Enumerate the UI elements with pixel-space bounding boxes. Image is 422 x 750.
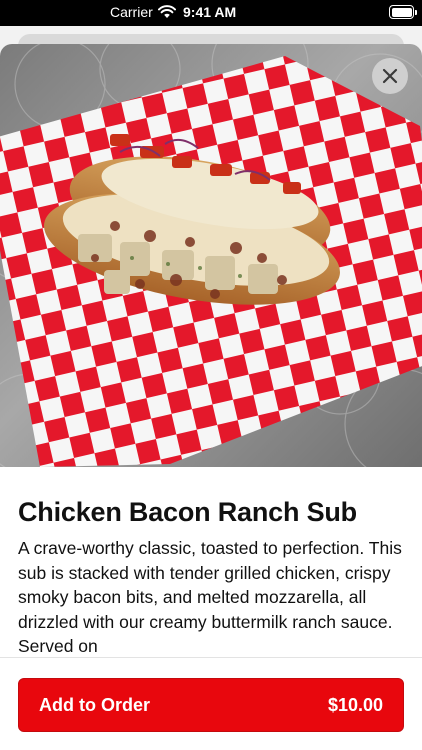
item-detail-screen: Carrier 9:41 AM Chicken Bacon Ranch Sub … (0, 0, 422, 750)
carrier-label: Carrier (110, 4, 153, 20)
item-description: A crave-worthy classic, toasted to perfe… (18, 538, 402, 656)
item-price: $10.00 (327, 694, 383, 715)
item-title: Chicken Bacon Ranch Sub (18, 497, 357, 527)
add-to-order-button[interactable]: Add to Order $10.00 (18, 678, 404, 732)
status-bar: Carrier 9:41 AM (0, 0, 422, 26)
item-sheet: Chicken Bacon Ranch Sub A crave-worthy c… (0, 44, 422, 750)
add-to-order-label: Add to Order (39, 694, 150, 715)
item-photo (0, 44, 422, 467)
item-details: Chicken Bacon Ranch Sub A crave-worthy c… (18, 492, 408, 658)
clock-time: 9:41 AM (183, 4, 237, 20)
battery-icon (389, 5, 417, 19)
close-button[interactable] (372, 58, 408, 94)
wifi-icon (158, 5, 176, 18)
close-icon (382, 68, 398, 84)
footer-divider (0, 657, 422, 658)
